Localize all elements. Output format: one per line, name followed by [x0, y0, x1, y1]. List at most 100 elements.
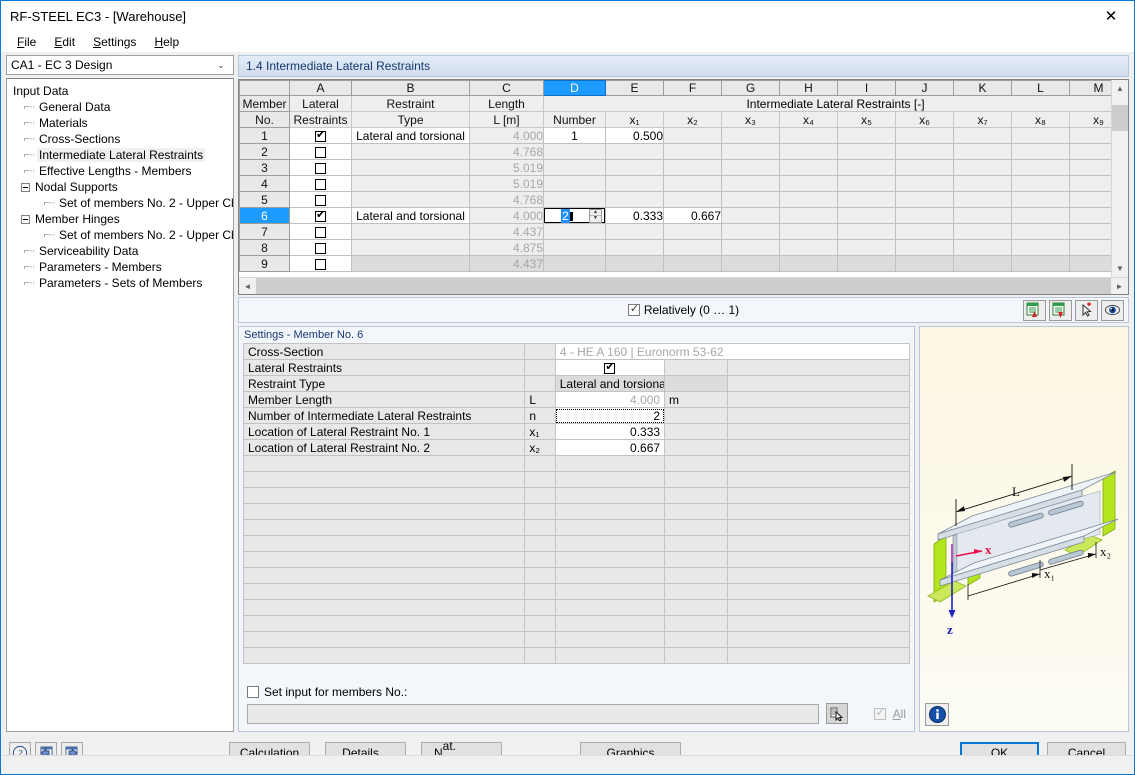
number-spinner-value[interactable]: 2	[545, 208, 589, 223]
cell-x4[interactable]	[779, 223, 838, 240]
cell-x6[interactable]	[895, 207, 954, 224]
sidebar-item-input-data[interactable]: Input Data	[11, 83, 231, 99]
menu-item-edit[interactable]: Edit	[46, 33, 83, 51]
cell-x3[interactable]	[721, 143, 780, 160]
cell-x8[interactable]	[1011, 175, 1070, 192]
pick-members-icon[interactable]	[825, 703, 848, 724]
cell-x9[interactable]	[1069, 207, 1111, 224]
table-vertical-scrollbar[interactable]: ▲ ▼	[1111, 80, 1128, 277]
cell-x1[interactable]	[605, 175, 664, 192]
column-header-J[interactable]: J	[895, 80, 954, 96]
column-header-G[interactable]: G	[721, 80, 780, 96]
table-row[interactable]: 5 4.768	[239, 191, 1111, 208]
cell-lateral-restraints[interactable]	[289, 191, 352, 208]
row-header-7[interactable]: 7	[239, 223, 290, 240]
sidebar-item-parameters-sets-of-members[interactable]: ⌐·· Parameters - Sets of Members	[11, 275, 231, 291]
cell-x2[interactable]	[663, 239, 722, 256]
number-spinner[interactable]: 2 ▲ ▼	[544, 208, 605, 223]
cell-x2[interactable]: 0.667	[663, 207, 722, 224]
cell-x5[interactable]	[837, 127, 896, 144]
settings-value[interactable]: 4 - HE A 160 | Euronorm 53-62	[554, 343, 911, 360]
sidebar-item-serviceability-data[interactable]: ⌐·· Serviceability Data	[11, 243, 231, 259]
checkbox-lateral-restraint[interactable]	[315, 129, 326, 142]
horizontal-scroll-thumb[interactable]	[256, 278, 1111, 294]
info-icon[interactable]	[925, 703, 949, 726]
cell-x7[interactable]	[953, 159, 1012, 176]
table-row[interactable]: 4 5.019	[239, 175, 1111, 192]
cell-x4[interactable]	[779, 239, 838, 256]
cell-restraint-type[interactable]	[351, 159, 470, 176]
cell-x1[interactable]	[605, 239, 664, 256]
row-header-9[interactable]: 9	[239, 255, 290, 272]
cell-x8[interactable]	[1011, 191, 1070, 208]
column-header-H[interactable]: H	[779, 80, 838, 96]
cell-x7[interactable]	[953, 207, 1012, 224]
settings-value[interactable]: 2	[554, 407, 666, 424]
settings-checkbox[interactable]	[604, 361, 616, 374]
cell-x4[interactable]	[779, 191, 838, 208]
table-row[interactable]: 1Lateral and torsional4.00010.500	[239, 127, 1111, 144]
cell-restraint-type[interactable]	[351, 143, 470, 160]
cell-x7[interactable]	[953, 127, 1012, 144]
cell-restraint-type[interactable]	[351, 223, 470, 240]
cell-x6[interactable]	[895, 223, 954, 240]
settings-value[interactable]: 0.667	[554, 439, 666, 456]
cell-x4[interactable]	[779, 255, 838, 272]
cell-lateral-restraints[interactable]	[289, 223, 352, 240]
cell-x7[interactable]	[953, 223, 1012, 240]
spinner-down-icon[interactable]: ▼	[590, 216, 601, 222]
cell-number[interactable]: 1	[543, 127, 606, 144]
vertical-scroll-track[interactable]	[1112, 97, 1128, 260]
cell-x7[interactable]	[953, 255, 1012, 272]
cell-x2[interactable]	[663, 223, 722, 240]
checkbox-lateral-restraint[interactable]	[315, 194, 326, 206]
relatively-checkbox[interactable]: Relatively (0 … 1)	[627, 302, 739, 317]
cell-lateral-restraints[interactable]	[289, 159, 352, 176]
cell-x6[interactable]	[895, 255, 954, 272]
cell-x3[interactable]	[721, 255, 780, 272]
cell-number[interactable]	[543, 143, 606, 160]
cell-x9[interactable]	[1069, 191, 1111, 208]
close-icon[interactable]: ✕	[1088, 1, 1134, 30]
cell-number[interactable]	[543, 255, 606, 272]
column-header-D[interactable]: D	[543, 80, 606, 96]
set-input-checkbox[interactable]	[247, 686, 259, 698]
cell-x9[interactable]	[1069, 143, 1111, 160]
row-header-1[interactable]: 1	[239, 127, 290, 144]
menu-item-file[interactable]: File	[9, 33, 44, 51]
cell-x4[interactable]	[779, 127, 838, 144]
cell-number[interactable]	[543, 159, 606, 176]
cell-number[interactable]	[543, 191, 606, 208]
table-row[interactable]: 3 5.019	[239, 159, 1111, 176]
sidebar-item-parameters-members[interactable]: ⌐·· Parameters - Members	[11, 259, 231, 275]
cell-x5[interactable]	[837, 223, 896, 240]
cell-x5[interactable]	[837, 239, 896, 256]
column-header-E[interactable]: E	[605, 80, 664, 96]
cell-x3[interactable]	[721, 159, 780, 176]
cell-restraint-type[interactable]	[351, 239, 470, 256]
cell-x3[interactable]	[721, 207, 780, 224]
table-row[interactable]: 7 4.437	[239, 223, 1111, 240]
cell-x8[interactable]	[1011, 159, 1070, 176]
cell-x3[interactable]	[721, 127, 780, 144]
cell-x6[interactable]	[895, 127, 954, 144]
cell-x2[interactable]	[663, 159, 722, 176]
settings-value[interactable]: Lateral and torsional	[554, 375, 666, 392]
settings-value[interactable]: 0.333	[554, 423, 666, 440]
cell-x8[interactable]	[1011, 255, 1070, 272]
cell-lateral-restraints[interactable]	[289, 239, 352, 256]
table-row[interactable]: 9 4.437	[239, 255, 1111, 272]
cell-x1[interactable]: 0.333	[605, 207, 664, 224]
sidebar-item-materials[interactable]: ⌐·· Materials	[11, 115, 231, 131]
sidebar-item-nodal-supports[interactable]: Nodal Supports	[11, 179, 231, 195]
cell-number[interactable]: 2 ▲ ▼	[543, 207, 606, 224]
cell-x6[interactable]	[895, 175, 954, 192]
checkbox-lateral-restraint[interactable]	[315, 178, 326, 190]
column-header-M[interactable]: M	[1069, 80, 1111, 96]
column-header-K[interactable]: K	[953, 80, 1012, 96]
checkbox-lateral-restraint[interactable]	[315, 146, 326, 158]
sidebar-item-effective-lengths-members[interactable]: ⌐·· Effective Lengths - Members	[11, 163, 231, 179]
import-from-excel-icon[interactable]	[1023, 299, 1046, 321]
cell-x4[interactable]	[779, 143, 838, 160]
cell-x7[interactable]	[953, 191, 1012, 208]
